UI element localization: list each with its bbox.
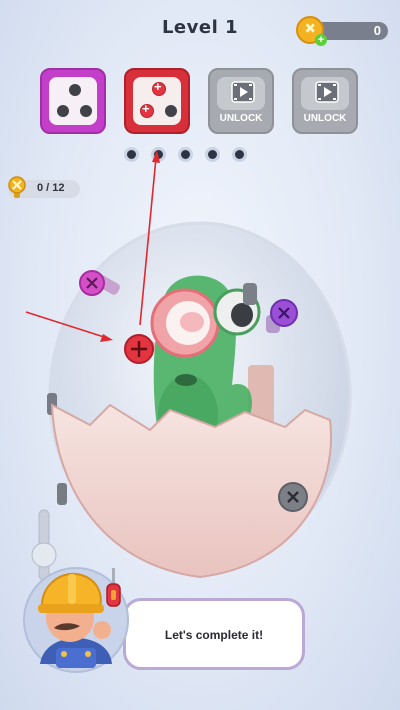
tutorial-message: Let's complete it! — [164, 628, 264, 642]
tutorial-speech-bubble: Let's complete it! — [123, 598, 305, 670]
arrow-head-up — [152, 150, 160, 163]
pointer-arrow-right — [25, 311, 105, 338]
screwdriver-icon — [106, 568, 121, 607]
worker-mascot — [23, 567, 129, 673]
pointer-arrow-up — [139, 157, 157, 326]
arrow-head-right — [100, 334, 113, 342]
